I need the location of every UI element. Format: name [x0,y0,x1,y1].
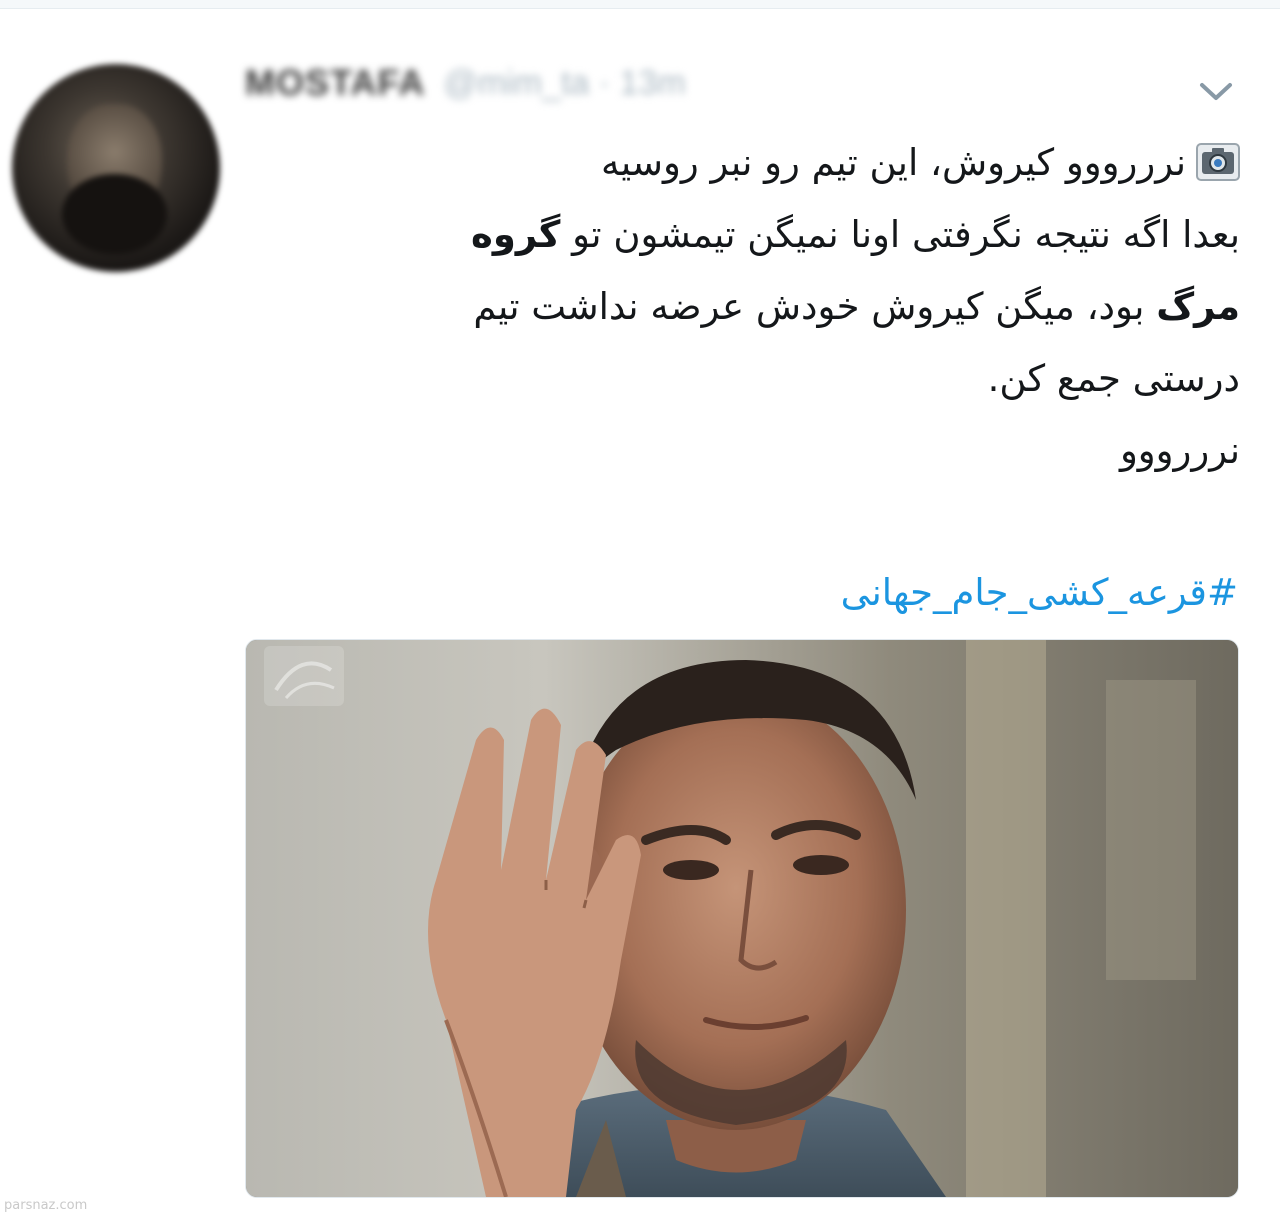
avatar[interactable] [12,64,220,272]
chevron-down-icon[interactable] [1196,77,1236,105]
avatar-beard [62,174,167,254]
tweet-text-line-1: نرررووو کیروش، این تیم رو نبر روسیه [260,127,1240,199]
tweet-text-line-3: مرگ بود، میگن کیروش خودش عرضه نداشت تیم [260,271,1240,343]
tweet-text-line-2-text: بعدا اگه نتیجه نگرفتی اونا نمیگن تیمشون … [572,213,1240,256]
tweet-text-line-4: درستی جمع کن. [987,357,1240,400]
tweet-text-line-5: نرررووو [1119,429,1240,472]
tweet-text-line-3-text: بود، میگن کیروش خودش عرضه نداشت تیم [473,285,1145,328]
tweet-card[interactable]: MOSTAFA @mim_ta · 13m نرررووو کیروش، این… [0,9,1280,1224]
watermark: parsnaz.com [4,1198,88,1213]
tweet-text: نرررووو کیروش، این تیم رو نبر روسیه بعدا… [260,127,1240,487]
tweet-text-line-1-text: نرررووو کیروش، این تیم رو نبر روسیه [601,141,1186,184]
hashtag-link[interactable]: #قرعه_کشی_جام_جهانی [600,563,1238,623]
handle-and-time[interactable]: @mim_ta · 13m [443,64,685,103]
tweet-header: MOSTAFA @mim_ta · 13m [245,61,686,105]
tweet-text-bold-1: گروه [471,213,561,256]
tweet-media-image[interactable] [245,639,1239,1198]
tweet-text-bold-2: مرگ [1156,285,1240,328]
display-name[interactable]: MOSTAFA [245,62,425,104]
top-border [0,0,1280,9]
media-photo [246,640,1238,1197]
tweet-text-line-2: بعدا اگه نتیجه نگرفتی اونا نمیگن تیمشون … [260,199,1240,271]
camera-icon [1196,143,1240,181]
